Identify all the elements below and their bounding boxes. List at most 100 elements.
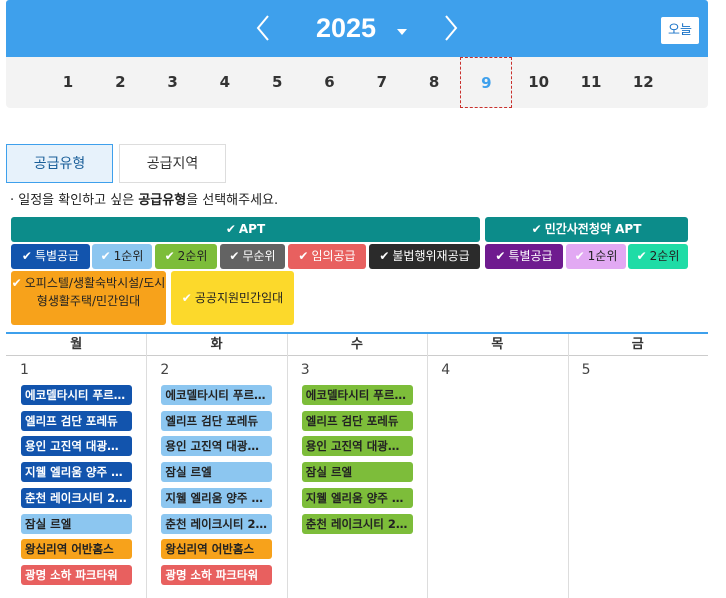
filter-label: 무순위	[242, 249, 276, 263]
calendar-event[interactable]: 잠실 르엘	[301, 462, 413, 483]
filter-4[interactable]: ✔ 임의공급	[288, 244, 366, 269]
check-icon: ✔	[164, 249, 175, 263]
filter-label: 2순위	[177, 249, 208, 263]
filter-label: 특별공급	[508, 249, 553, 263]
grid-divider	[427, 334, 429, 598]
date-number: 5	[581, 362, 591, 378]
month-4[interactable]: 4	[199, 57, 251, 108]
check-icon: ✔	[181, 291, 192, 305]
chevron-right-icon	[445, 15, 458, 41]
calendar-event[interactable]: 춘천 레이크시티 2단지	[161, 513, 273, 534]
month-12[interactable]: 12	[617, 57, 669, 108]
calendar-event[interactable]: 왕십리역 어반홈스	[161, 539, 273, 560]
apt-group-header[interactable]: ✔ APT	[11, 217, 480, 242]
month-7[interactable]: 7	[356, 57, 408, 108]
calendar-event[interactable]: 에코델타시티 푸르지오	[301, 385, 413, 405]
filter-label: 2순위	[649, 249, 680, 263]
filter-label: 공공지원민간임대	[194, 291, 284, 305]
grid-divider	[567, 334, 569, 598]
date-number: 3	[300, 362, 310, 378]
month-5[interactable]: 5	[251, 57, 303, 108]
hint-bold: 공급유형	[138, 193, 187, 208]
check-icon: ✔	[229, 249, 240, 263]
weekday-목: 목	[427, 334, 568, 356]
date-number: 4	[441, 362, 451, 378]
calendar-event[interactable]: 용인 고진역 대광로제비앙	[301, 436, 413, 457]
calendar-event[interactable]: 엘리프 검단 포레듀	[301, 410, 413, 431]
grid-divider	[286, 334, 288, 598]
month-strip: 1 2 3 4 5 6 7 8 9 10 11 12	[6, 57, 708, 108]
calendar-event[interactable]: 에코델타시티 푸르지오	[161, 385, 273, 405]
calendar-event[interactable]: 잠실 르엘	[161, 462, 273, 483]
calendar-event[interactable]: 엘리프 검단 포레듀	[21, 410, 132, 431]
weekday-월: 월	[6, 334, 147, 356]
instruction-text: · 일정을 확인하고 싶은 공급유형을 선택해주세요.	[10, 189, 278, 208]
calendar-event[interactable]: 용인 고진역 대광로제비앙	[161, 436, 273, 457]
grid-divider	[146, 334, 148, 598]
filter-6[interactable]: ✔ 특별공급	[485, 244, 563, 269]
check-icon: ✔	[379, 249, 390, 263]
filter-2[interactable]: ✔ 2순위	[155, 244, 217, 269]
calendar-event[interactable]: 지웰 엘리움 양주 덕계역	[21, 462, 132, 483]
calendar-event[interactable]: 춘천 레이크시티 2단지	[301, 513, 413, 534]
filter-label: 1순위	[587, 249, 618, 263]
calendar-event[interactable]: 광명 소하 파크타워	[161, 564, 273, 585]
check-icon: ✔	[21, 249, 32, 263]
filter-label: 특별공급	[34, 249, 80, 263]
filter-label: 임의공급	[311, 249, 356, 263]
private-presale-group-header[interactable]: ✔ 민간사전청약 APT	[485, 217, 688, 242]
apt-header-label: APT	[238, 222, 266, 236]
chevron-left-icon	[256, 15, 269, 41]
month-8[interactable]: 8	[408, 57, 460, 108]
check-icon: ✔	[298, 249, 309, 263]
hint-prefix: · 일정을 확인하고 싶은	[10, 193, 139, 208]
filter-8[interactable]: ✔ 2순위	[628, 244, 688, 269]
check-icon: ✔	[11, 276, 22, 290]
today-button[interactable]: 오늘	[661, 17, 699, 44]
filter-9[interactable]: ✔ 오피스텔/생활숙박시설/도시형생활주택/민간임대	[11, 271, 166, 325]
next-year-button[interactable]	[436, 12, 466, 44]
private-header-label: 민간사전청약 APT	[544, 222, 642, 236]
weekday-화: 화	[146, 334, 287, 356]
month-6[interactable]: 6	[304, 57, 356, 108]
filter-label: 오피스텔/생활숙박시설/도시형생활주택/민간임대	[24, 276, 166, 308]
filter-10[interactable]: ✔ 공공지원민간임대	[171, 271, 294, 325]
calendar-event[interactable]: 용인 고진역 대광로제비앙	[21, 436, 132, 457]
calendar-event[interactable]: 에코델타시티 푸르지오	[21, 385, 132, 405]
filter-label: 1순위	[113, 249, 144, 263]
date-number: 2	[160, 362, 170, 378]
hint-suffix: 을 선택해주세요.	[186, 193, 279, 208]
check-icon: ✔	[636, 249, 647, 263]
check-icon: ✔	[574, 249, 585, 263]
filter-5[interactable]: ✔ 불법행위재공급	[369, 244, 480, 269]
year-bar: 2025 오늘	[6, 0, 708, 57]
filter-0[interactable]: ✔ 특별공급	[11, 244, 90, 269]
calendar-event[interactable]: 지웰 엘리움 양주 덕계역	[161, 487, 273, 508]
month-10[interactable]: 10	[513, 57, 565, 108]
calendar-event[interactable]: 잠실 르엘	[21, 513, 132, 534]
check-icon: ✔	[100, 249, 111, 263]
calendar-event[interactable]: 춘천 레이크시티 2단지	[21, 487, 132, 508]
calendar-event[interactable]: 광명 소하 파크타워	[21, 564, 132, 585]
calendar-event[interactable]: 지웰 엘리움 양주 덕계역	[301, 487, 413, 508]
filter-3[interactable]: ✔ 무순위	[220, 244, 285, 269]
calendar-event[interactable]: 엘리프 검단 포레듀	[161, 410, 273, 431]
month-2[interactable]: 2	[94, 57, 146, 108]
check-icon: ✔	[495, 249, 506, 263]
month-1[interactable]: 1	[42, 57, 94, 108]
weekday-금: 금	[567, 334, 708, 356]
month-11[interactable]: 11	[565, 57, 617, 108]
filter-7[interactable]: ✔ 1순위	[566, 244, 626, 269]
tab-supply-type[interactable]: 공급유형	[6, 144, 113, 183]
year-label: 2025	[315, 13, 377, 43]
filter-label: 불법행위재공급	[392, 249, 470, 263]
filter-1[interactable]: ✔ 1순위	[92, 244, 152, 269]
tab-supply-region[interactable]: 공급지역	[119, 144, 226, 183]
calendar-event[interactable]: 왕십리역 어반홈스	[21, 539, 132, 560]
prev-year-button[interactable]	[248, 12, 278, 44]
date-number: 1	[20, 362, 29, 378]
year-dropdown-caret-icon[interactable]	[396, 22, 408, 41]
weekday-수: 수	[286, 334, 428, 356]
month-9[interactable]: 9	[460, 57, 513, 108]
month-3[interactable]: 3	[147, 57, 199, 108]
